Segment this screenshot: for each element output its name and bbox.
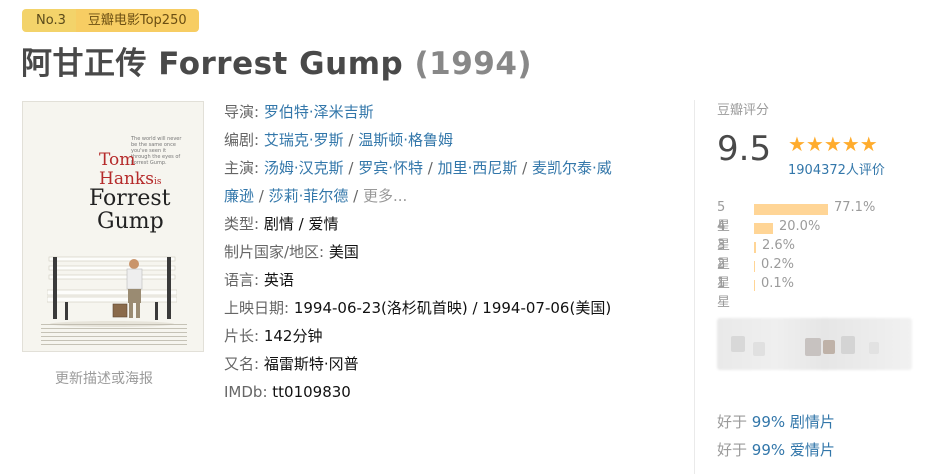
rating-bar — [754, 261, 755, 272]
cast-row: 主演: 汤姆·汉克斯 / 罗宾·怀特 / 加里·西尼斯 / 麦凯尔泰·威 — [224, 154, 680, 182]
poster-actor-name: Tom Hanksis — [99, 152, 161, 188]
blurred-block — [841, 336, 855, 354]
blurred-block — [731, 336, 745, 352]
top250-link[interactable]: 豆瓣电影Top250 — [75, 9, 199, 32]
better-than-genre[interactable]: 爱情片 — [790, 441, 835, 459]
language-value: 英语 — [263, 271, 294, 289]
rating-bar-percent: 77.1% — [834, 200, 876, 215]
rating-label: 豆瓣评分 — [717, 103, 770, 118]
blurred-block — [805, 338, 821, 356]
movie-title-text: 阿甘正传 Forrest Gump — [21, 46, 404, 82]
rating-bar — [754, 280, 755, 291]
sidebar-divider — [694, 100, 695, 474]
language-label: 语言: — [224, 271, 264, 289]
writer-link[interactable]: 温斯顿·格鲁姆 — [358, 131, 453, 149]
cast-link[interactable]: 麦凯尔泰·威 — [532, 159, 612, 177]
country-label: 制片国家/地区: — [224, 243, 329, 261]
rank-label: No.3 — [22, 9, 76, 32]
genre-value: 爱情 — [308, 215, 339, 233]
imdb-label: IMDb: — [224, 383, 273, 401]
release-row: 上映日期: 1994-06-23(洛杉矶首映) / 1994-07-06(美国) — [224, 294, 680, 322]
better-than-prefix: 好于 — [717, 441, 752, 459]
genre-value: 剧情 — [263, 215, 294, 233]
aka-row: 又名: 福雷斯特·冈普 — [224, 350, 680, 378]
release-value: 1994-06-23(洛杉矶首映) / 1994-07-06(美国) — [293, 299, 612, 317]
separator: / — [348, 187, 363, 205]
separator: / — [517, 159, 532, 177]
separator: / — [293, 215, 309, 233]
rating-count-link[interactable]: 1904372人评价 — [788, 159, 885, 178]
writer-label: 编剧: — [224, 131, 264, 149]
better-than-row: 好于 99% 爱情片 — [717, 439, 835, 460]
rating-bar-label: 1星 — [717, 276, 731, 310]
rating-bar — [754, 223, 773, 234]
release-label: 上映日期: — [224, 299, 294, 317]
runtime-row: 片长: 142分钟 — [224, 322, 680, 350]
writer-row: 编剧: 艾瑞克·罗斯 / 温斯顿·格鲁姆 — [224, 126, 680, 154]
better-than-row: 好于 99% 剧情片 — [717, 411, 835, 432]
genre-label: 类型: — [224, 215, 264, 233]
cast-link[interactable]: 罗宾·怀特 — [358, 159, 423, 177]
poster-credits — [41, 324, 187, 348]
cast-label: 主演: — [224, 159, 264, 177]
blurred-block — [823, 340, 835, 354]
director-row: 导演: 罗伯特·泽米吉斯 — [224, 98, 680, 126]
poster-text-forrest: Forrest — [89, 186, 171, 211]
rating-bar — [754, 242, 756, 253]
imdb-row: IMDb: tt0109830 — [224, 378, 680, 406]
rating-bar-percent: 20.0% — [779, 219, 821, 234]
cast-link[interactable]: 廉逊 — [224, 187, 254, 205]
country-value: 美国 — [328, 243, 359, 261]
director-link[interactable]: 罗伯特·泽米吉斯 — [264, 103, 374, 121]
rating-score: 9.5 — [717, 129, 772, 169]
aka-label: 又名: — [224, 355, 264, 373]
imdb-value: tt0109830 — [272, 383, 351, 401]
rating-bar-percent: 0.2% — [761, 257, 795, 272]
blurred-content — [717, 318, 912, 370]
star-icon: ★★★★★ — [788, 132, 878, 156]
aka-value: 福雷斯特·冈普 — [263, 355, 359, 373]
rating-bar-percent: 0.1% — [761, 276, 795, 291]
rating-panel: 豆瓣评分 9.5 ★★★★★ 1904372人评价 5星 77.1% 4星 20… — [717, 99, 917, 310]
update-poster-link[interactable]: 更新描述或海报 — [55, 368, 153, 388]
director-label: 导演: — [224, 103, 264, 121]
better-than-percent[interactable]: 99% — [752, 441, 785, 459]
runtime-label: 片长: — [224, 327, 264, 345]
better-than-percent[interactable]: 99% — [752, 413, 785, 431]
language-row: 语言: 英语 — [224, 266, 680, 294]
runtime-value: 142分钟 — [263, 327, 323, 345]
country-row: 制片国家/地区: 美国 — [224, 238, 680, 266]
more-cast-link[interactable]: 更多... — [363, 187, 407, 205]
blurred-block — [869, 342, 879, 354]
cast-link[interactable]: 莎莉·菲尔德 — [269, 187, 349, 205]
separator: / — [343, 159, 359, 177]
cast-row-continued: 廉逊 / 莎莉·菲尔德 / 更多... — [224, 182, 680, 210]
poster-text-gump: Gump — [97, 209, 164, 234]
separator: / — [254, 187, 269, 205]
blurred-block — [753, 342, 765, 356]
rating-bar-percent: 2.6% — [762, 238, 796, 253]
movie-title: 阿甘正传 Forrest Gump (1994) — [21, 38, 532, 83]
poster-text-tom: Tom — [99, 150, 136, 170]
movie-year: (1994) — [414, 46, 533, 82]
separator: / — [422, 159, 438, 177]
movie-info: 导演: 罗伯特·泽米吉斯 编剧: 艾瑞克·罗斯 / 温斯顿·格鲁姆 主演: 汤姆… — [224, 98, 680, 406]
movie-poster[interactable]: The world will never be the same once yo… — [22, 101, 204, 352]
better-than-genre[interactable]: 剧情片 — [790, 413, 835, 431]
genre-row: 类型: 剧情 / 爱情 — [224, 210, 680, 238]
cast-link[interactable]: 汤姆·汉克斯 — [264, 159, 344, 177]
separator: / — [343, 131, 359, 149]
top250-badge[interactable]: No.3 豆瓣电影Top250 — [22, 9, 199, 32]
rating-bar — [754, 204, 828, 215]
cast-link[interactable]: 加里·西尼斯 — [438, 159, 518, 177]
better-than-prefix: 好于 — [717, 413, 752, 431]
writer-link[interactable]: 艾瑞克·罗斯 — [264, 131, 344, 149]
